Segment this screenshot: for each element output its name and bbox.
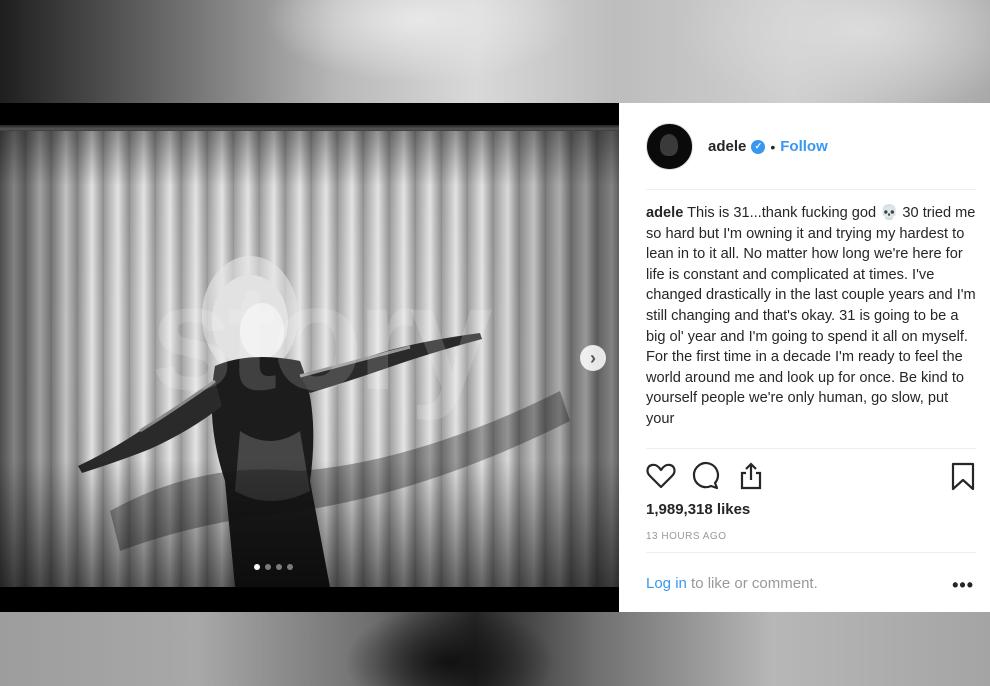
caption-text: This is 31...thank fucking god 💀 30 trie… — [646, 205, 976, 427]
caption-username[interactable]: adele — [646, 205, 683, 221]
caption[interactable]: adele This is 31...thank fucking god 💀 3… — [646, 203, 976, 446]
carousel-dot — [254, 564, 260, 570]
verified-badge-icon: ✓ — [751, 139, 766, 154]
background-top-blur — [0, 0, 990, 103]
login-prompt: Log in to like or comment. — [646, 575, 976, 592]
likes-count[interactable]: 1,989,318 likes — [646, 501, 750, 518]
carousel-dot — [276, 564, 282, 570]
post-timestamp[interactable]: 13 HOURS AGO — [646, 531, 726, 542]
comment-icon[interactable] — [691, 461, 721, 491]
comment-divider — [646, 552, 976, 553]
caption-divider — [646, 448, 976, 449]
login-prompt-text: to like or comment. — [686, 575, 818, 592]
avatar[interactable] — [646, 123, 693, 170]
more-options-icon[interactable]: ••• — [952, 575, 974, 596]
background-bottom-blur — [0, 612, 990, 686]
follow-button[interactable]: Follow — [780, 138, 828, 155]
action-bar — [646, 461, 976, 491]
carousel-indicator — [254, 564, 293, 570]
instagram-post: story › adele ✓ • Follow adele This is 3… — [0, 103, 990, 612]
post-side-panel: adele ✓ • Follow adele This is 31...than… — [619, 103, 990, 612]
header-divider — [646, 189, 976, 190]
post-media: story › — [0, 103, 619, 612]
carousel-dot — [265, 564, 271, 570]
photo-watermark: story — [150, 253, 493, 421]
post-header: adele ✓ • Follow — [646, 123, 828, 170]
carousel-dot — [287, 564, 293, 570]
header-separator: • — [770, 138, 776, 155]
heart-icon[interactable] — [646, 461, 676, 491]
login-link[interactable]: Log in — [646, 575, 687, 592]
share-icon[interactable] — [736, 461, 766, 491]
bookmark-icon[interactable] — [948, 461, 978, 491]
username-link[interactable]: adele — [708, 138, 746, 155]
post-photo: story — [0, 131, 619, 587]
chevron-right-icon[interactable]: › — [580, 345, 606, 371]
